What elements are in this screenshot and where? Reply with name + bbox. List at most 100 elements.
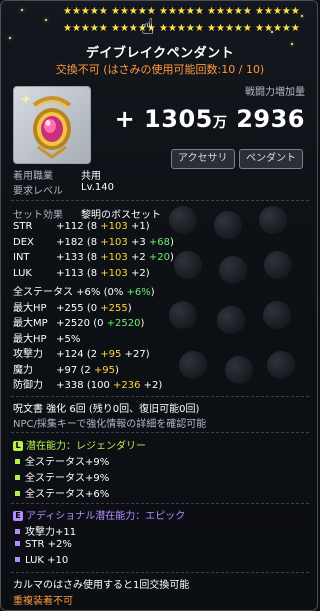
sparkle-icon (45, 19, 47, 21)
stat-total: +97 (53, 364, 78, 376)
level-requirement-label: 要求レベル (13, 186, 63, 197)
stat-name: 全ステータス (13, 287, 73, 298)
tag-pendant: ペンダント (239, 149, 303, 169)
stat-close: ) (169, 252, 174, 263)
stat-flame-bonus: +20 (145, 252, 170, 263)
pointer-hand-icon: ☝ (141, 15, 155, 40)
potential-line: 全ステータス+9% (13, 469, 109, 484)
additional-line-text: STR +2% (25, 539, 72, 550)
unique-equip-note: 重複装着不可 (13, 596, 73, 607)
stat-base: (0% (100, 287, 124, 298)
combat-power-main: + 1305 (114, 105, 213, 133)
additional-line-text: 攻撃力+11 (25, 527, 77, 538)
stat-base: (2 (83, 349, 98, 360)
set-item-icon (267, 351, 295, 379)
additional-potential-header: E アディショナル潜在能力：エピック (13, 507, 185, 522)
stat-scroll-bonus: +103 (97, 267, 128, 279)
stat-row: STR +112 (8 +103 +1) (13, 221, 150, 232)
stat-close: ) (158, 380, 163, 391)
set-effect-value: 黎明のボスセット (81, 210, 161, 221)
stat-base: (100 (83, 380, 110, 391)
stat-base: (8 (83, 252, 98, 263)
divider (11, 200, 309, 201)
bullet-icon (15, 541, 20, 546)
stat-close: ) (145, 349, 150, 360)
trade-status: 交換不可 (はさみの使用可能回数:10 / 10) (55, 63, 265, 76)
sparkle-icon (21, 9, 23, 11)
stat-name: 魔力 (13, 364, 33, 376)
stat-row: 最大HP +5% (13, 330, 80, 345)
stat-extra: +2 (127, 267, 146, 279)
level-requirement-value: Lv.140 (81, 182, 114, 193)
bullet-icon (15, 475, 20, 480)
stat-name: INT (13, 252, 30, 263)
stat-total: +5% (53, 333, 81, 345)
stat-name: 最大HP (13, 333, 47, 345)
pendant-icon (22, 95, 72, 159)
set-item-icon (219, 256, 247, 284)
stat-row: INT +133 (8 +103 +2 +20) (13, 252, 174, 263)
stat-total: +133 (53, 252, 84, 263)
stat-extra: +2 (140, 380, 159, 391)
stat-scroll-bonus: +103 (97, 236, 128, 248)
stat-row: 攻撃力 +124 (2 +95 +27) (13, 345, 150, 360)
stat-scroll-bonus: +103 (97, 252, 128, 263)
potential-title: 潜在能力：レジェンダリー (26, 441, 146, 452)
bullet-icon (15, 459, 20, 464)
set-item-background-icons (159, 206, 309, 401)
stat-row: 魔力 +97 (2 +95) (13, 361, 119, 376)
star-row-top: ★★★★★ ★★★★★ ★★★★★ ★★★★★ ★★★★★ (63, 6, 300, 17)
set-item-icon (264, 251, 292, 279)
stat-name: STR (13, 221, 33, 232)
set-item-icon (259, 206, 287, 234)
stat-total: +6% (73, 287, 101, 298)
stat-total: +112 (53, 221, 84, 232)
stat-name: DEX (13, 236, 34, 248)
stat-close: ) (115, 364, 119, 376)
stat-scroll-bonus: +255 (97, 302, 128, 314)
stat-total: +124 (53, 349, 84, 360)
stat-extra: +6% (123, 287, 151, 298)
npc-info-line: NPC/採集キーで強化情報の詳細を確認可能 (13, 419, 207, 430)
additional-line: LUK +10 (13, 555, 68, 566)
additional-line: 攻撃力+11 (13, 523, 76, 538)
stat-flame-bonus: +68 (145, 236, 170, 248)
stat-row: 防御力 +338 (100 +236 +2) (13, 376, 162, 391)
item-icon-frame (13, 86, 91, 164)
potential-line: 全ステータス+9% (13, 453, 109, 468)
potential-line-text: 全ステータス+9% (25, 473, 110, 484)
additional-line: STR +2% (13, 539, 72, 550)
stat-total: +255 (53, 302, 84, 314)
stat-name: 攻撃力 (13, 349, 43, 360)
stat-extra: +2 (127, 252, 146, 263)
epic-badge-icon: E (13, 511, 23, 521)
stat-close: ) (169, 236, 174, 248)
stat-row: DEX +182 (8 +103 +3 +68) (13, 237, 174, 248)
stat-total: +338 (53, 380, 84, 391)
potential-header: L 潜在能力：レジェンダリー (13, 437, 146, 452)
stat-total: +182 (53, 236, 84, 248)
job-requirement-label: 着用職業 (13, 171, 53, 182)
potential-line-text: 全ステータス+6% (25, 489, 110, 500)
item-tooltip: ★★★★★ ★★★★★ ★★★★★ ★★★★★ ★★★★★ ★★★★★ ★★★★… (0, 0, 318, 611)
stat-scroll-bonus: +103 (97, 221, 128, 232)
divider (11, 432, 309, 433)
additional-potential-title: アディショナル潜在能力：エピック (26, 511, 186, 522)
combat-power-tail: 2936 (236, 105, 305, 133)
stat-base: (8 (83, 236, 98, 248)
set-item-icon (179, 351, 207, 379)
stat-base: (0 (90, 318, 104, 329)
stat-close: ) (145, 221, 150, 232)
stat-close: ) (140, 318, 145, 329)
stat-base: (2 (77, 364, 91, 376)
star-row-bottom: ★★★★★ ★★★★★ ★★★★★ ★★★★★ ★★★★★ (63, 23, 300, 34)
stat-scroll-bonus: +236 (109, 380, 141, 391)
bullet-icon (15, 491, 20, 496)
stat-total: +2520 (53, 318, 91, 329)
combat-power-value: + 1305万 2936 (115, 105, 305, 133)
job-requirement-value: 共用 (81, 171, 101, 182)
stat-total: +113 (53, 267, 84, 279)
stat-row: 最大MP +2520 (0 +2520) (13, 314, 144, 329)
set-item-icon (174, 251, 202, 279)
stat-base: (8 (83, 221, 98, 232)
